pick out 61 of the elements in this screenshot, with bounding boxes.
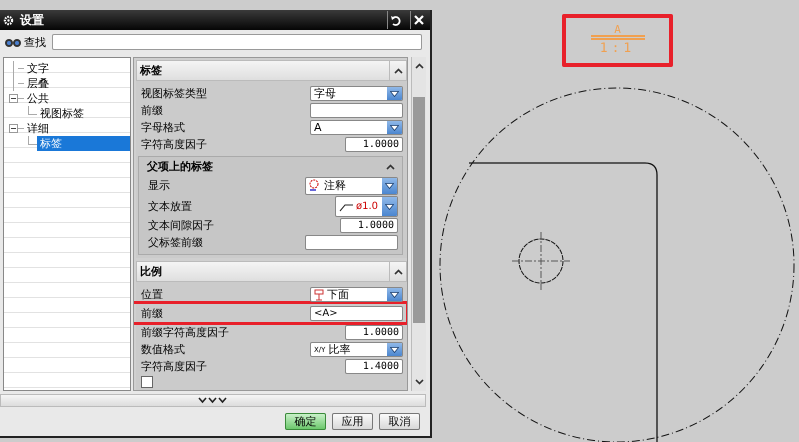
text-field[interactable]	[310, 103, 403, 118]
field-label: 文本放置	[148, 199, 192, 214]
field-label: 前缀字符高度因子	[141, 325, 229, 340]
subsection-title: 父项上的标签	[147, 158, 214, 174]
hole-drawing	[512, 232, 570, 290]
field-label: 前缀	[141, 306, 163, 320]
dialog-button[interactable]: 取消	[379, 413, 420, 430]
field-label: 前缀	[141, 103, 163, 118]
scroll-up-icon[interactable]	[414, 63, 424, 69]
section-title: 标签	[140, 63, 163, 78]
note-icon	[309, 179, 321, 192]
view-letter: A	[590, 25, 644, 40]
field-label: 位置	[141, 287, 163, 302]
field-label: 字母格式	[141, 120, 185, 135]
tree-item[interactable]: 公共	[24, 91, 52, 106]
label-below-icon	[314, 288, 324, 300]
view-scale: 1:1	[600, 41, 636, 56]
scrollbar[interactable]	[411, 57, 426, 391]
collapse-icon[interactable]	[386, 164, 395, 170]
field-label: 视图标签类型	[141, 86, 207, 101]
collapse-icon[interactable]	[9, 124, 18, 133]
dialog-button[interactable]: 应用	[332, 413, 373, 430]
collapse-icon[interactable]	[394, 268, 402, 274]
tree-item[interactable]: 标签	[37, 136, 130, 151]
tree-item[interactable]: 详细	[24, 121, 52, 136]
checkbox[interactable]	[141, 376, 153, 388]
scroll-down-icon[interactable]	[414, 379, 424, 385]
number-field[interactable]: 1.0000	[340, 218, 398, 233]
tree-item[interactable]: 视图标签	[37, 106, 87, 121]
dialog-title: 设置	[20, 12, 45, 28]
text-field[interactable]	[305, 235, 398, 250]
search-field[interactable]	[52, 34, 422, 50]
section-title: 比例	[140, 264, 163, 279]
tree-item[interactable]: 层叠	[24, 76, 52, 91]
field-label: 数值格式	[141, 342, 185, 357]
dropdown[interactable]: ø1.0	[335, 196, 398, 217]
close-icon[interactable]	[414, 15, 424, 25]
gear-icon	[3, 14, 14, 26]
ok-button[interactable]: 确定	[285, 413, 326, 430]
dropdown[interactable]: 注释	[305, 176, 398, 194]
dropdown[interactable]: 字母	[310, 86, 403, 101]
dropdown[interactable]: A	[310, 120, 403, 135]
field-label: 文本间隙因子	[148, 218, 214, 233]
number-field[interactable]: 1.0000	[345, 137, 403, 152]
field-label: 显示	[148, 178, 170, 193]
binoculars-icon	[4, 36, 22, 48]
number-field[interactable]: 1.0000	[345, 325, 403, 340]
search-label: 查找	[24, 34, 46, 50]
field-label: 字符高度因子	[141, 137, 207, 152]
collapse-icon[interactable]	[394, 68, 402, 74]
dropdown[interactable]: 下面	[310, 287, 403, 302]
field-label: 字符高度因子	[141, 359, 207, 374]
field-label: 父标签前缀	[148, 235, 203, 250]
leader-line-icon	[339, 202, 353, 212]
collapse-icon[interactable]	[9, 94, 18, 103]
scroll-thumb[interactable]	[413, 97, 425, 323]
tree-item[interactable]: 文字	[24, 61, 52, 76]
expand-more-icon[interactable]	[198, 397, 228, 404]
number-field[interactable]: 1.4000	[345, 359, 403, 374]
text-field[interactable]: <A>	[310, 306, 403, 320]
reset-icon[interactable]	[391, 14, 401, 26]
